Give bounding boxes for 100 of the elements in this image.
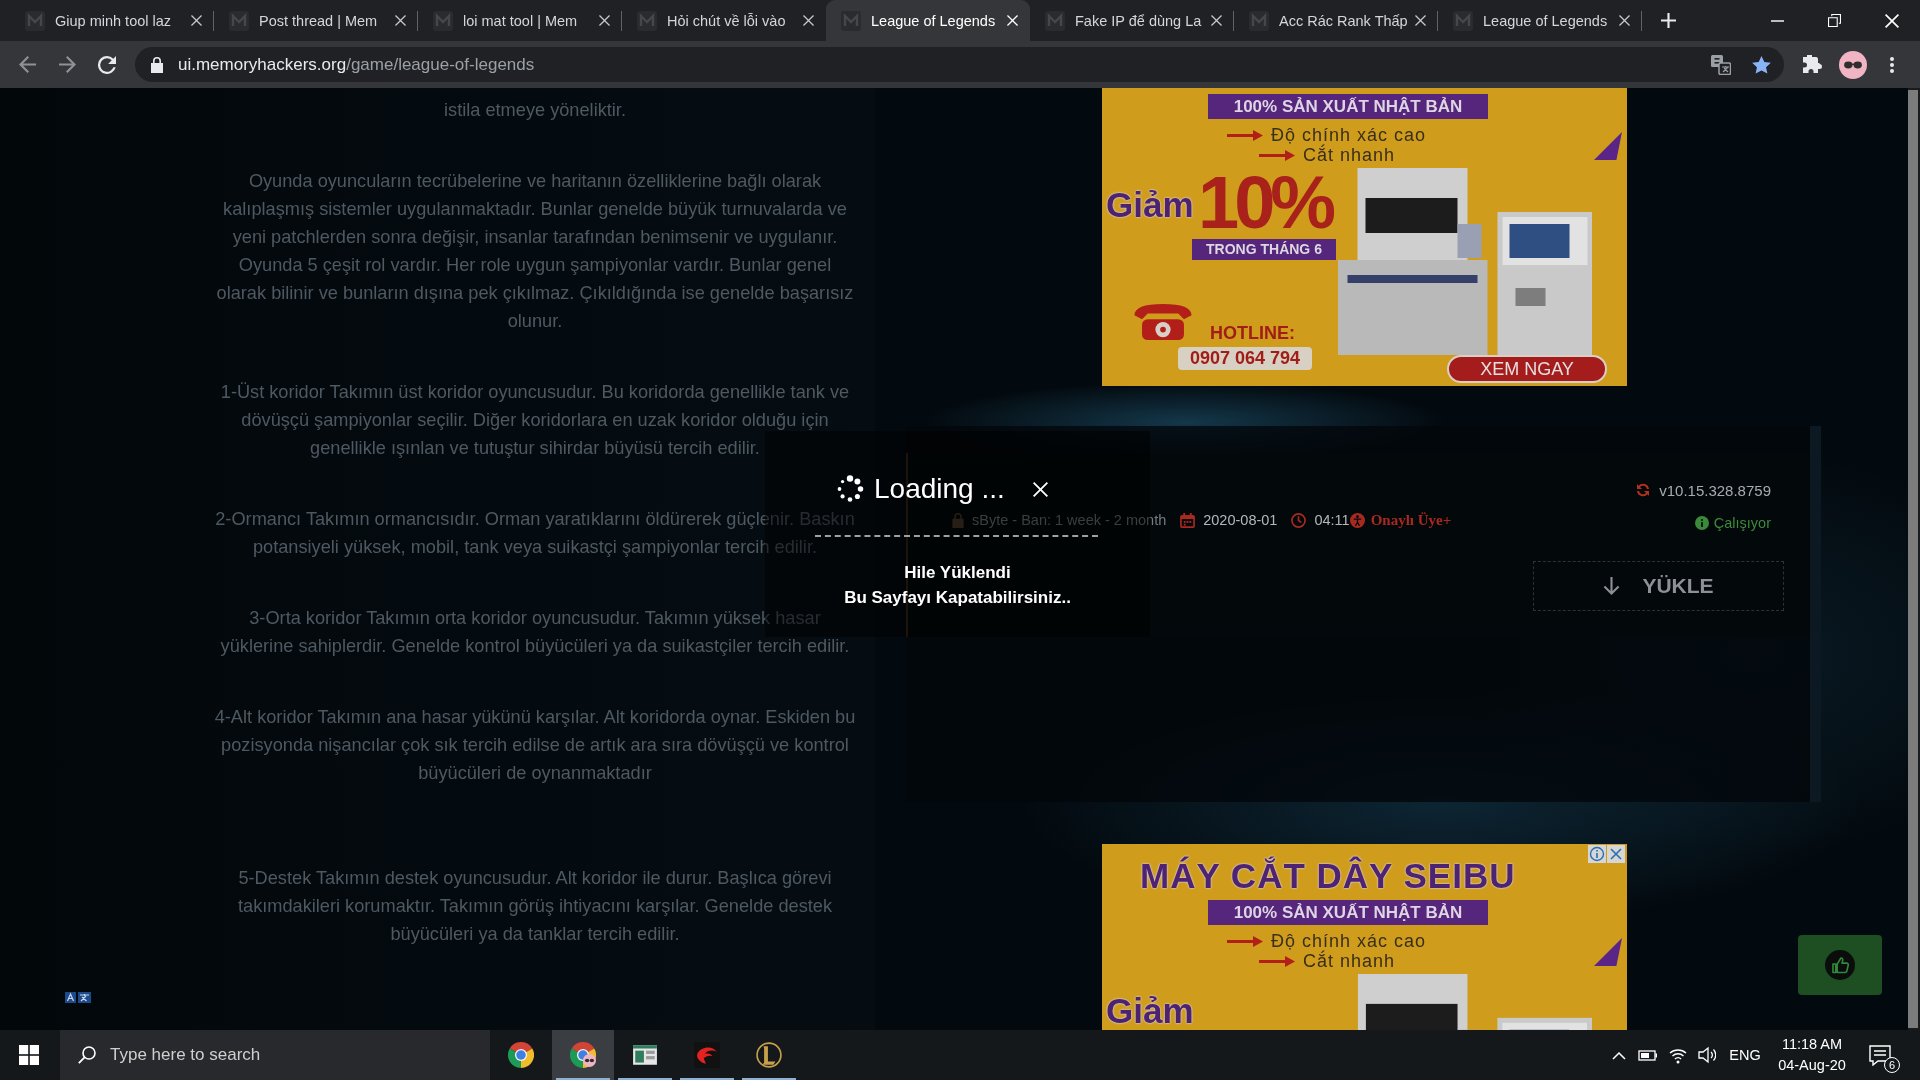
- site-logo-icon: [1453, 10, 1473, 31]
- chevron-up-icon[interactable]: [1612, 1050, 1626, 1060]
- feature-text: Độ chính xác cao: [1271, 931, 1427, 951]
- article-paragraph: istila etmeye yöneliktir.: [444, 100, 626, 120]
- lock-icon: [151, 56, 163, 73]
- article-paragraph: 5-Destek Takımın destek oyuncusudur. Alt koridor ile durur. Başlıca görevi takımdakileri korumaktır. Takımın görüş ihtiyacını karşılar. Genelde destek büyücüleri ya da tanklar tercih edilir.: [237, 868, 832, 944]
- article-paragraph: 4-Alt koridor Takımın ana hasar yükünü karşılar. Alt koridorda oynar. Eskiden bu pozisyonda nişancılar çok sık tercih edilse de artık ara sıra dövüşçü ve kontrol büyücüleri de oynanmaktadır: [214, 707, 856, 783]
- author-text: sByte - Ban: 1 week - 2 month: [972, 512, 1167, 528]
- close-icon[interactable]: [599, 15, 610, 26]
- date-text: 2020-08-01: [1203, 512, 1278, 528]
- triangle-icon: [1594, 132, 1622, 160]
- close-icon[interactable]: [191, 15, 202, 26]
- site-logo-icon: [1045, 10, 1065, 31]
- hotline-number: 0907 064 794: [1178, 347, 1312, 370]
- clock-icon: [1291, 512, 1307, 528]
- arrow-icon: [1259, 149, 1295, 161]
- translate-icon[interactable]: [65, 992, 91, 1003]
- back-arrow-icon[interactable]: [18, 56, 36, 73]
- arrow-icon: [1259, 955, 1295, 967]
- lock-icon: [952, 512, 964, 528]
- close-icon[interactable]: [803, 15, 814, 26]
- dialog-message: Hile Yüklendi: [904, 562, 1011, 584]
- browser-icon: [508, 1042, 534, 1068]
- discount-label: Giảm: [1106, 188, 1194, 222]
- close-icon[interactable]: [1211, 15, 1222, 26]
- taskbar-button[interactable]: [552, 1030, 614, 1080]
- info-icon: [1694, 516, 1709, 530]
- arrow-icon: [1227, 935, 1263, 947]
- site-logo-icon: [229, 10, 249, 31]
- dialog-message: Bu Sayfayı Kapatabilirsiniz..: [844, 587, 1071, 609]
- site-logo-icon: [841, 10, 861, 31]
- ad-tagline: 100% SẢN XUẤT NHẬT BẢN: [1208, 900, 1488, 925]
- speaker-icon[interactable]: [1698, 1046, 1716, 1064]
- battery-icon[interactable]: [1638, 1049, 1658, 1061]
- info-icon[interactable]: [1588, 845, 1606, 863]
- clock-time: 11:18 AM: [1781, 1035, 1843, 1054]
- feature-text: Độ chính xác cao: [1271, 125, 1427, 145]
- ad-banner[interactable]: MÁY CẮT DÂY SEIBU 100% SẢN XUẤT NHẬT BẢN Độ chính xác cao Cắt nhanh Giảm: [1102, 844, 1627, 1030]
- promo-period: TRONG THÁNG 6: [1192, 239, 1336, 260]
- close-icon[interactable]: [1619, 15, 1630, 26]
- time-text: 04:11: [1314, 512, 1350, 528]
- down-arrow-icon: [1603, 576, 1621, 596]
- thumbs-up-icon: [1825, 950, 1855, 980]
- version-text: v10.15.328.8759: [1659, 481, 1771, 499]
- article-paragraph: 1-Üst koridor Takımın üst koridor oyuncusudur. Bu koridorda genellikle tank ve dövüşçü şampiyonlar seçilir. Diğer koridorlara en uzak koridor olduğu için genellikle ışınlan ve tutuştur sihirdar büyüsü tercih edilir.: [220, 382, 850, 458]
- calendar-icon: [1180, 512, 1196, 528]
- close-icon[interactable]: [395, 15, 406, 26]
- close-icon[interactable]: [1415, 15, 1426, 26]
- language-indicator[interactable]: ENG: [1729, 1047, 1761, 1063]
- reload-icon[interactable]: [98, 55, 116, 74]
- browser-tab[interactable]: Post thread | Mem: [214, 0, 418, 41]
- new-tab-icon[interactable]: [1661, 13, 1676, 28]
- status-text: Çalışıyor: [1713, 515, 1771, 531]
- windows-logo-icon[interactable]: [19, 1045, 39, 1065]
- address-field[interactable]: ui.memoryhackers.org/game/league-of-legends: [135, 47, 1784, 82]
- ad-headline: MÁY CẮT DÂY SEIBU: [1140, 857, 1516, 895]
- close-icon[interactable]: [1007, 15, 1018, 26]
- extensions-icon[interactable]: [1802, 55, 1822, 74]
- emblem-icon: [694, 1042, 720, 1068]
- bookmark-star-icon[interactable]: [1752, 55, 1771, 74]
- spinner-icon: [836, 475, 864, 503]
- site-logo-icon: [433, 10, 453, 31]
- triangle-icon: [1594, 938, 1622, 966]
- discount-label: Giảm: [1106, 994, 1194, 1028]
- cta-button[interactable]: XEM NGAY: [1447, 355, 1607, 383]
- browser-tab[interactable]: League of Legends: [826, 0, 1030, 41]
- crest-icon: [756, 1042, 782, 1068]
- restore-icon[interactable]: [1828, 14, 1841, 27]
- clock-date: 04-Aug-20: [1778, 1056, 1846, 1075]
- avatar-icon[interactable]: [1839, 50, 1867, 79]
- site-logo-icon: [1249, 10, 1269, 31]
- dialog-title: Loading ...: [874, 475, 1005, 503]
- hotline-label: HOTLINE:: [1210, 323, 1295, 343]
- browser-tab[interactable]: loi mat tool | Mem: [418, 0, 622, 41]
- download-button[interactable]: YÜKLE: [1533, 561, 1784, 611]
- close-icon[interactable]: [1032, 481, 1048, 497]
- wifi-icon[interactable]: [1669, 1046, 1687, 1064]
- search-field[interactable]: Type here to search: [60, 1030, 490, 1080]
- browser-tab[interactable]: League of Legends: [1438, 0, 1642, 41]
- forward-arrow-icon[interactable]: [58, 56, 76, 73]
- minimize-icon[interactable]: [1771, 19, 1784, 22]
- notification-icon[interactable]: [1869, 1044, 1891, 1066]
- ad-tagline: 100% SẢN XUẤT NHẬT BẢN: [1208, 94, 1488, 119]
- site-logo-icon: [637, 10, 657, 31]
- site-logo-icon: [25, 10, 45, 31]
- notification-count: 6: [1884, 1057, 1900, 1073]
- translate-icon[interactable]: [1711, 54, 1731, 75]
- article-paragraph: Oyunda oyuncuların tecrübelerine ve haritanın özelliklerine bağlı olarak kalıplaşmış sistemler uygulanmaktadır. Bunlar genelde büyük turnuvalarda ve yeni patchlerden sonra değişir, insanlar tarafından benimsenir ve uygulanır. Oyunda 5 çeşit rol vardır. Her role uygun şampiyonlar vardır. Bunlar genel olarak bilinir ve bunların dışına pek çıkılmaz. Çıkıldığında ise genelde başarısız olunur.: [216, 171, 854, 331]
- browser-tab[interactable]: Acc Rác Rank Thấp: [1234, 0, 1438, 41]
- search-icon: [78, 1046, 96, 1064]
- browser-tab[interactable]: Hỏi chút về lỗi vào: [622, 0, 826, 41]
- menu-icon[interactable]: [1890, 56, 1894, 73]
- browser-tab[interactable]: Giup minh tool laz: [10, 0, 214, 41]
- feature-text: Cắt nhanh: [1303, 145, 1396, 165]
- browser-tab[interactable]: Fake IP để dùng La: [1030, 0, 1234, 41]
- arrow-icon: [1227, 129, 1263, 141]
- close-icon[interactable]: [1884, 13, 1899, 28]
- feature-text: Cắt nhanh: [1303, 951, 1396, 971]
- user-badge-icon: [1349, 512, 1365, 528]
- browser-icon: [570, 1042, 596, 1068]
